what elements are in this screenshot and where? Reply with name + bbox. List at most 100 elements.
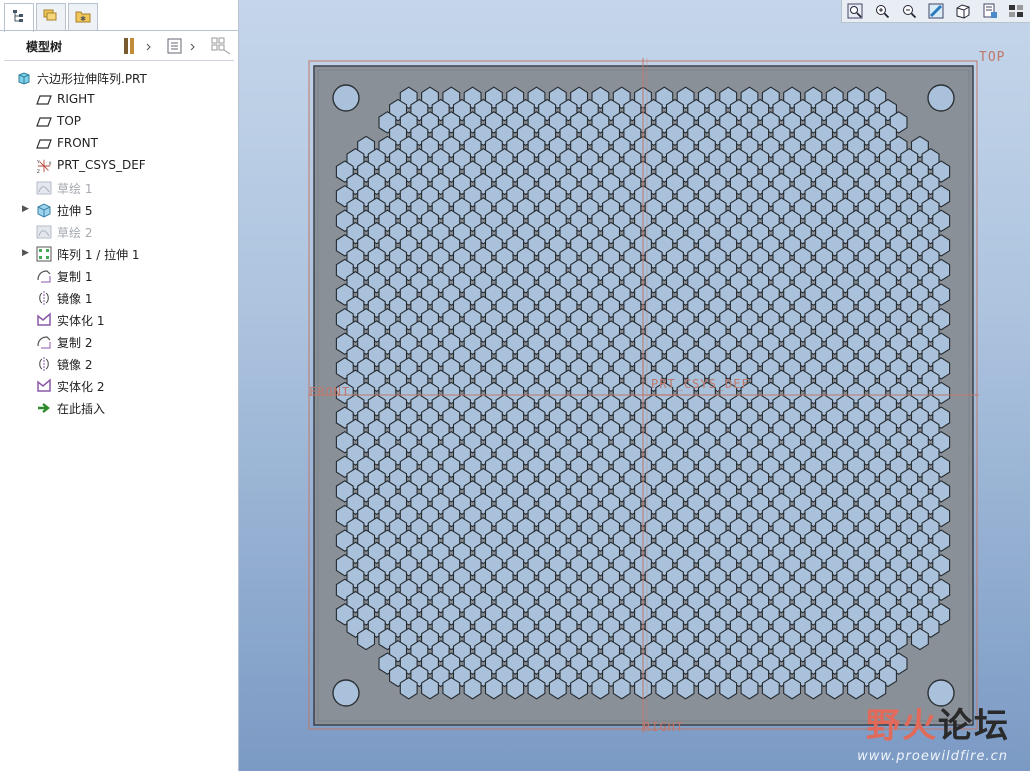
- datum-plane-icon: [36, 114, 52, 130]
- tree-item-label: 草绘 1: [57, 182, 93, 196]
- refit-icon[interactable]: [845, 1, 865, 21]
- svg-text:✱: ✱: [80, 15, 86, 23]
- hex-hole: [421, 676, 439, 700]
- zoom-in-icon[interactable]: [872, 1, 892, 21]
- svg-text:Y: Y: [36, 159, 40, 165]
- tree-item[interactable]: RIGHT: [0, 89, 236, 111]
- layers-icon: [43, 9, 59, 27]
- hex-hole: [570, 676, 589, 700]
- tree-item-label: 镜像 1: [57, 292, 93, 306]
- hex-hole: [761, 676, 780, 700]
- watermark-char1: 野: [866, 706, 902, 746]
- model-canvas[interactable]: TOP FRONT PRT_CSYS_DEF RIGHT: [239, 0, 1030, 771]
- sketch-icon: [36, 224, 52, 240]
- tree-item[interactable]: 实体化 2: [0, 375, 236, 397]
- tree-item-label: TOP: [57, 114, 82, 128]
- tree-item[interactable]: TOP: [0, 111, 236, 133]
- mirror-icon: [36, 356, 52, 372]
- tree-item-label: 阵列 1 / 拉伸 1: [57, 248, 140, 262]
- settings-list-icon[interactable]: [166, 35, 200, 57]
- svg-text:X: X: [48, 161, 51, 167]
- hex-hole: [825, 676, 844, 700]
- display-style-icon[interactable]: [1006, 1, 1026, 21]
- hex-hole: [591, 676, 610, 700]
- copy-icon: [36, 334, 52, 350]
- tree-item[interactable]: 复制 2: [0, 331, 236, 353]
- tree-item[interactable]: 镜像 2: [0, 353, 236, 375]
- tree-item[interactable]: 六边形拉伸阵列.PRT: [0, 67, 236, 89]
- graphics-viewport[interactable]: TOP FRONT PRT_CSYS_DEF RIGHT 野火论坛 www.proew…: [239, 0, 1030, 771]
- expand-arrow-icon[interactable]: ▶: [22, 204, 32, 216]
- tree-item[interactable]: ▶ 拉伸 5: [0, 199, 236, 221]
- saved-views-icon[interactable]: [980, 1, 1000, 21]
- copy-icon: [36, 268, 52, 284]
- model-tree: 六边形拉伸阵列.PRT RIGHT TOP FRONT Y X Z PRT_CSYS_DEF 草…: [0, 67, 236, 419]
- part-icon: [16, 70, 32, 86]
- model-tree-panel: ✱ 模型树 六边形拉伸阵列.PRT RIGHT TOP FRONT Y X Z PRT_CSY…: [0, 0, 239, 771]
- tree-item-label: 草绘 2: [57, 226, 93, 240]
- tree-item-label: 在此插入: [57, 402, 106, 416]
- hex-hole: [804, 676, 823, 700]
- tree-item-label: FRONT: [57, 136, 98, 150]
- hex-hole: [676, 676, 695, 700]
- datum-plane-icon: [36, 136, 52, 152]
- tree-item[interactable]: FRONT: [0, 133, 236, 155]
- view-orient-icon[interactable]: [953, 1, 973, 21]
- hex-hole: [548, 676, 567, 700]
- mounting-hole: [332, 679, 360, 707]
- tree-item[interactable]: Y X Z PRT_CSYS_DEF: [0, 155, 236, 177]
- toolbar-divider: [4, 60, 234, 61]
- watermark-logo: 野火论坛: [866, 698, 1010, 747]
- sketch-icon: [36, 180, 52, 196]
- watermark-char3: 论坛: [938, 706, 1010, 746]
- tree-item[interactable]: 镜像 1: [0, 287, 236, 309]
- tree-item-label: 拉伸 5: [57, 204, 93, 218]
- tree-item[interactable]: 草绘 1: [0, 177, 236, 199]
- tab-folder[interactable]: ✱: [68, 3, 98, 31]
- hex-hole: [655, 676, 674, 700]
- tree-item[interactable]: ▶ 阵列 1 / 拉伸 1: [0, 243, 236, 265]
- tree-item-label: 复制 2: [57, 336, 93, 350]
- hex-hole: [442, 676, 461, 700]
- tree-item-label: 实体化 2: [57, 380, 105, 394]
- tree-item[interactable]: 复制 1: [0, 265, 236, 287]
- show-icon[interactable]: [210, 35, 232, 57]
- hex-hole: [357, 627, 376, 651]
- hex-hole: [697, 676, 716, 700]
- tree-item[interactable]: 在此插入: [0, 397, 236, 419]
- tree-item[interactable]: 实体化 1: [0, 309, 236, 331]
- tab-layers[interactable]: [36, 3, 66, 31]
- right-datum-label: RIGHT: [643, 720, 684, 734]
- csys-icon: Y X Z: [36, 158, 52, 175]
- watermark-url: www.proewildfire.cn: [857, 749, 1008, 764]
- front-datum-label: FRONT: [309, 385, 350, 399]
- hex-hole: [527, 676, 546, 700]
- hex-hole: [399, 676, 418, 700]
- tree-item-label: 复制 1: [57, 270, 93, 284]
- csys-label: PRT_CSYS_DEF: [651, 377, 750, 391]
- hex-hole: [847, 676, 865, 700]
- folder-icon: ✱: [75, 9, 91, 27]
- watermark-char2: 火: [902, 706, 938, 746]
- pattern-icon: [36, 246, 52, 262]
- hex-hole: [740, 676, 759, 700]
- hex-hole: [868, 676, 887, 700]
- tree-item-label: 镜像 2: [57, 358, 93, 372]
- tree-item[interactable]: 草绘 2: [0, 221, 236, 243]
- expand-arrow-icon[interactable]: ▶: [22, 248, 32, 260]
- tree-item-label: RIGHT: [57, 92, 95, 106]
- tree-item-label: PRT_CSYS_DEF: [57, 158, 146, 172]
- hex-hole: [910, 627, 929, 651]
- tools-icon[interactable]: [122, 35, 152, 57]
- top-datum-label: TOP: [979, 50, 1005, 65]
- repaint-icon[interactable]: [926, 1, 946, 21]
- tabs-divider: [0, 30, 238, 31]
- tab-model-tree[interactable]: [4, 3, 34, 32]
- hex-hole: [783, 676, 802, 700]
- model-tree-icon: [12, 9, 26, 27]
- mirror-icon: [36, 290, 52, 306]
- mounting-hole: [927, 84, 955, 112]
- svg-text:Z: Z: [37, 169, 40, 175]
- view-toolbar: [841, 0, 1030, 23]
- zoom-out-icon[interactable]: [899, 1, 919, 21]
